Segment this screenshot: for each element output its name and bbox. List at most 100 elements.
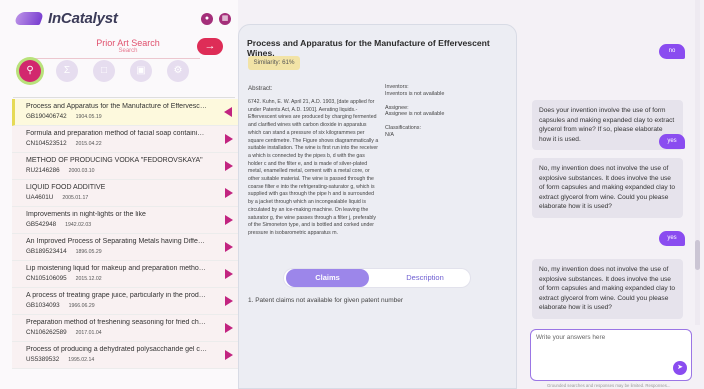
result-number: GB189523414 <box>26 248 67 255</box>
grid-icon[interactable]: ▦ <box>219 13 231 25</box>
result-item[interactable]: Improvements in night-lights or the like… <box>12 207 238 234</box>
disclaimer-text: Grounded searches and responses may be l… <box>547 383 671 388</box>
result-number: US5389532 <box>26 356 60 363</box>
prior-art-underline <box>30 58 200 59</box>
prior-art-search-title: Prior Art Search <box>96 38 160 48</box>
tab-description[interactable]: Description <box>383 269 467 287</box>
tool-sigma-button[interactable]: Σ <box>56 60 78 82</box>
result-item[interactable]: LIQUID FOOD ADDITIVE UA4601U 2005.01.17 <box>12 180 238 207</box>
result-item[interactable]: An Improved Process of Separating Metals… <box>12 234 238 261</box>
expand-triangle-icon[interactable] <box>225 323 233 333</box>
tool-document-button[interactable]: □ <box>93 60 115 82</box>
answer-box: ➤ <box>530 329 692 381</box>
inventors-value: Inventors is not available <box>385 90 445 97</box>
abstract-label: Abstract: <box>248 85 273 92</box>
similarity-badge: Similarity: 61% <box>248 56 300 70</box>
logo-mark-icon <box>13 12 45 25</box>
tool-search-button[interactable]: ⚲ <box>19 60 41 82</box>
result-number: RU2146286 <box>26 167 60 174</box>
user-icon[interactable]: ● <box>201 13 213 25</box>
result-title: METHOD OF PRODUCING VODKA "FEDOROVSKAYA" <box>26 157 203 164</box>
prior-art-go-button[interactable]: → <box>197 38 223 55</box>
result-date: 1966.06.29 <box>68 303 95 309</box>
sidebar: InCatalyst ● ▦ Prior Art Search Search →… <box>0 0 238 389</box>
expand-triangle-icon[interactable] <box>225 350 233 360</box>
send-arrow-icon: ➤ <box>677 364 683 371</box>
expand-triangle-icon[interactable] <box>225 215 233 225</box>
result-item[interactable]: A process of treating grape juice, parti… <box>12 288 238 315</box>
result-number: GB1034093 <box>26 302 60 309</box>
answer-input[interactable] <box>531 330 691 380</box>
doc-cog-icon: ▣ <box>136 65 146 76</box>
sigma-icon: Σ <box>63 65 71 76</box>
result-title: An Improved Process of Separating Metals… <box>26 238 207 245</box>
tool-doc-cog-button[interactable]: ▣ <box>130 60 152 82</box>
prior-art-search-subtitle: Search <box>118 48 138 54</box>
patent-meta: Inventors: Inventors is not available As… <box>385 84 505 139</box>
app-logo: InCatalyst <box>13 10 118 27</box>
expand-triangle-icon[interactable] <box>225 134 233 144</box>
scroll-thumb[interactable] <box>695 240 700 270</box>
classifications-value: N/A <box>385 131 394 138</box>
chat-panel: no Does your invention involve the use o… <box>517 0 704 389</box>
result-date: 1896.05.29 <box>75 249 102 255</box>
result-date: 2005.01.17 <box>62 195 89 201</box>
result-date: 2015.04.22 <box>75 141 102 147</box>
send-button[interactable]: ➤ <box>673 361 687 375</box>
result-item[interactable]: Process and Apparatus for the Manufactur… <box>12 99 238 126</box>
expand-triangle-icon[interactable] <box>225 269 233 279</box>
result-title: A process of treating grape juice, parti… <box>26 292 207 299</box>
bot-message: No, my invention does not involve the us… <box>532 259 683 319</box>
search-icon: ⚲ <box>26 65 34 76</box>
patent-title: Process and Apparatus for the Manufactur… <box>247 38 490 58</box>
user-message: yes <box>659 134 685 149</box>
result-number: CN106262589 <box>26 329 67 336</box>
expand-triangle-icon[interactable] <box>225 296 233 306</box>
classifications-label: Classifications: <box>385 125 421 132</box>
tab-claims[interactable]: Claims <box>286 269 369 287</box>
result-date: 2017.01.04 <box>75 330 102 336</box>
arrow-right-icon: → <box>204 40 216 52</box>
result-title: Process of producing a dehydrated polysa… <box>26 346 207 353</box>
detail-tabs: Claims Description <box>284 269 470 287</box>
result-item[interactable]: Formula and preparation method of facial… <box>12 126 238 153</box>
result-item[interactable]: METHOD OF PRODUCING VODKA "FEDOROVSKAYA"… <box>12 153 238 180</box>
user-message: no <box>659 44 685 59</box>
assignee-value: Assignee is not available <box>385 111 445 118</box>
gear-icon: ⚙ <box>173 65 183 76</box>
abstract-text: 6742. Kuhn, E. W. April 21, A.D. 1903, [… <box>248 99 379 236</box>
result-number: CN105106095 <box>26 275 67 282</box>
result-title: Improvements in night-lights or the like <box>26 211 146 218</box>
chat-messages: no Does your invention involve the use o… <box>520 0 700 325</box>
result-title: Lip moistening liquid for makeup and pre… <box>26 265 207 272</box>
result-title: Formula and preparation method of facial… <box>26 130 207 137</box>
result-number: GB542948 <box>26 221 57 228</box>
result-number: UA4601U <box>26 194 54 201</box>
chat-scrollbar[interactable] <box>695 0 700 325</box>
document-icon: □ <box>100 65 108 76</box>
results-list: Process and Apparatus for the Manufactur… <box>12 99 238 369</box>
result-date: 2000.03.10 <box>68 168 95 174</box>
list-divider <box>13 97 235 98</box>
expand-triangle-icon[interactable] <box>225 161 233 171</box>
result-title: Preparation method of freshening seasoni… <box>26 319 207 326</box>
result-number: CN104523512 <box>26 140 67 147</box>
bot-message: No, my invention does not involve the us… <box>532 158 683 218</box>
inventors-label: Inventors: <box>385 84 409 90</box>
user-message: yes <box>659 231 685 246</box>
tool-settings-button[interactable]: ⚙ <box>167 60 189 82</box>
result-date: 1995.02.14 <box>68 357 95 363</box>
patent-detail-panel: Process and Apparatus for the Manufactur… <box>238 24 517 389</box>
result-title: LIQUID FOOD ADDITIVE <box>26 184 106 191</box>
result-item[interactable]: Preparation method of freshening seasoni… <box>12 315 238 342</box>
result-date: 1942.02.03 <box>65 222 92 228</box>
expand-triangle-icon[interactable] <box>225 242 233 252</box>
result-item[interactable]: Process of producing a dehydrated polysa… <box>12 342 238 369</box>
result-date: 1904.05.19 <box>75 114 102 120</box>
expand-triangle-icon[interactable] <box>225 188 233 198</box>
result-item[interactable]: Lip moistening liquid for makeup and pre… <box>12 261 238 288</box>
result-number: GB190406742 <box>26 113 67 120</box>
assignee-label: Assignee: <box>385 104 409 111</box>
claims-text: 1. Patent claims not available for given… <box>248 297 404 304</box>
collapse-triangle-icon[interactable] <box>224 107 232 117</box>
